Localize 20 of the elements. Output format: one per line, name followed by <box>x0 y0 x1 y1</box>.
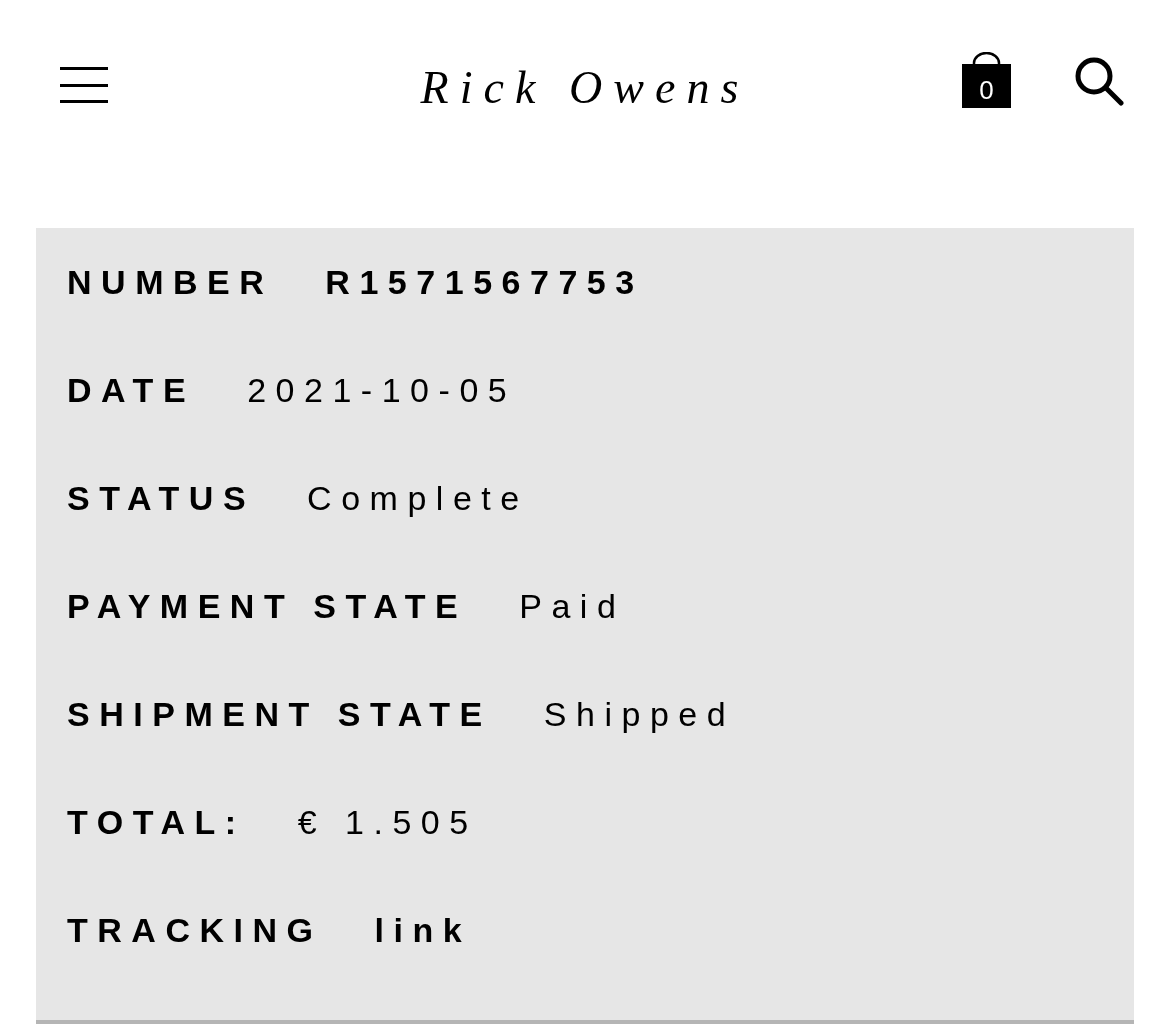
brand-logo[interactable]: Rick Owens <box>420 66 750 110</box>
detail-value: R1571567753 <box>325 261 644 303</box>
detail-label: NUMBER <box>67 261 274 303</box>
search-icon[interactable] <box>1074 56 1124 106</box>
detail-value: Complete <box>307 477 529 519</box>
tracking-link[interactable]: link <box>374 904 472 956</box>
detail-label: STATUS <box>67 477 256 519</box>
detail-label: TOTAL: <box>67 801 246 843</box>
shopping-bag[interactable]: 0 <box>962 52 1011 108</box>
detail-value: 2021-10-05 <box>247 369 517 411</box>
detail-label: DATE <box>67 369 196 411</box>
cart-count: 0 <box>962 64 1011 108</box>
menu-icon[interactable] <box>60 67 108 103</box>
detail-label: TRACKING <box>67 909 323 951</box>
detail-label: PAYMENT STATE <box>67 585 468 627</box>
bag-handle-icon <box>972 52 1001 66</box>
detail-value: Shipped <box>543 693 736 735</box>
detail-value: Paid <box>519 585 626 627</box>
detail-label: SHIPMENT STATE <box>67 693 492 735</box>
detail-value: € 1.505 <box>297 801 478 843</box>
